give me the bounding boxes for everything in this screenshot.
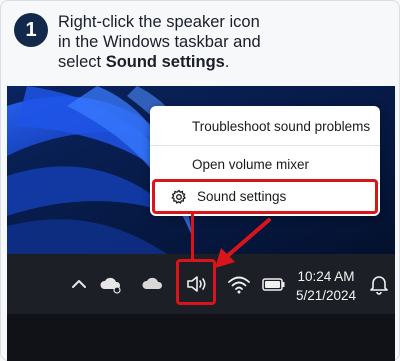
- instruction-line-1: Right-click the speaker icon: [58, 13, 260, 31]
- gear-icon: [171, 189, 186, 204]
- screen-bottom: [7, 314, 395, 361]
- menu-item-troubleshoot[interactable]: Troubleshoot sound problems: [150, 110, 380, 144]
- clock-date: 5/21/2024: [295, 288, 357, 303]
- pointer-arrow: [215, 218, 271, 268]
- bell-icon[interactable]: [365, 272, 393, 296]
- highlight-connector-line: [191, 214, 194, 260]
- instruction-line-3-suffix: .: [224, 53, 230, 71]
- menu-item-label: Sound settings: [197, 189, 287, 204]
- wifi-icon[interactable]: [225, 272, 253, 296]
- instruction-line-3-prefix: select: [58, 53, 106, 71]
- instruction-line-3: select Sound settings.: [58, 52, 388, 72]
- menu-divider: [150, 145, 380, 146]
- chevron-up-icon[interactable]: [65, 272, 93, 296]
- instruction-emphasis: Sound settings: [105, 53, 225, 71]
- battery-icon[interactable]: [260, 272, 288, 296]
- menu-item-label: Open volume mixer: [192, 157, 310, 172]
- cloud-icon[interactable]: [140, 272, 168, 296]
- step-number-badge: 1: [14, 13, 48, 47]
- onedrive-cloud-icon[interactable]: [97, 272, 125, 296]
- instruction-text: Right-click the speaker icon in the Wind…: [58, 12, 388, 72]
- menu-item-label: Troubleshoot sound problems: [192, 119, 371, 134]
- menu-item-volume-mixer[interactable]: Open volume mixer: [150, 148, 380, 182]
- taskbar-clock[interactable]: 10:24 AM 5/21/2024: [295, 267, 357, 305]
- instruction-line-2: in the Windows taskbar and: [58, 33, 261, 51]
- menu-item-sound-settings[interactable]: Sound settings: [152, 179, 378, 214]
- windows-screenshot: 10:24 AM 5/21/2024 Troubleshoot sound pr…: [7, 86, 395, 361]
- clock-time: 10:24 AM: [297, 269, 355, 284]
